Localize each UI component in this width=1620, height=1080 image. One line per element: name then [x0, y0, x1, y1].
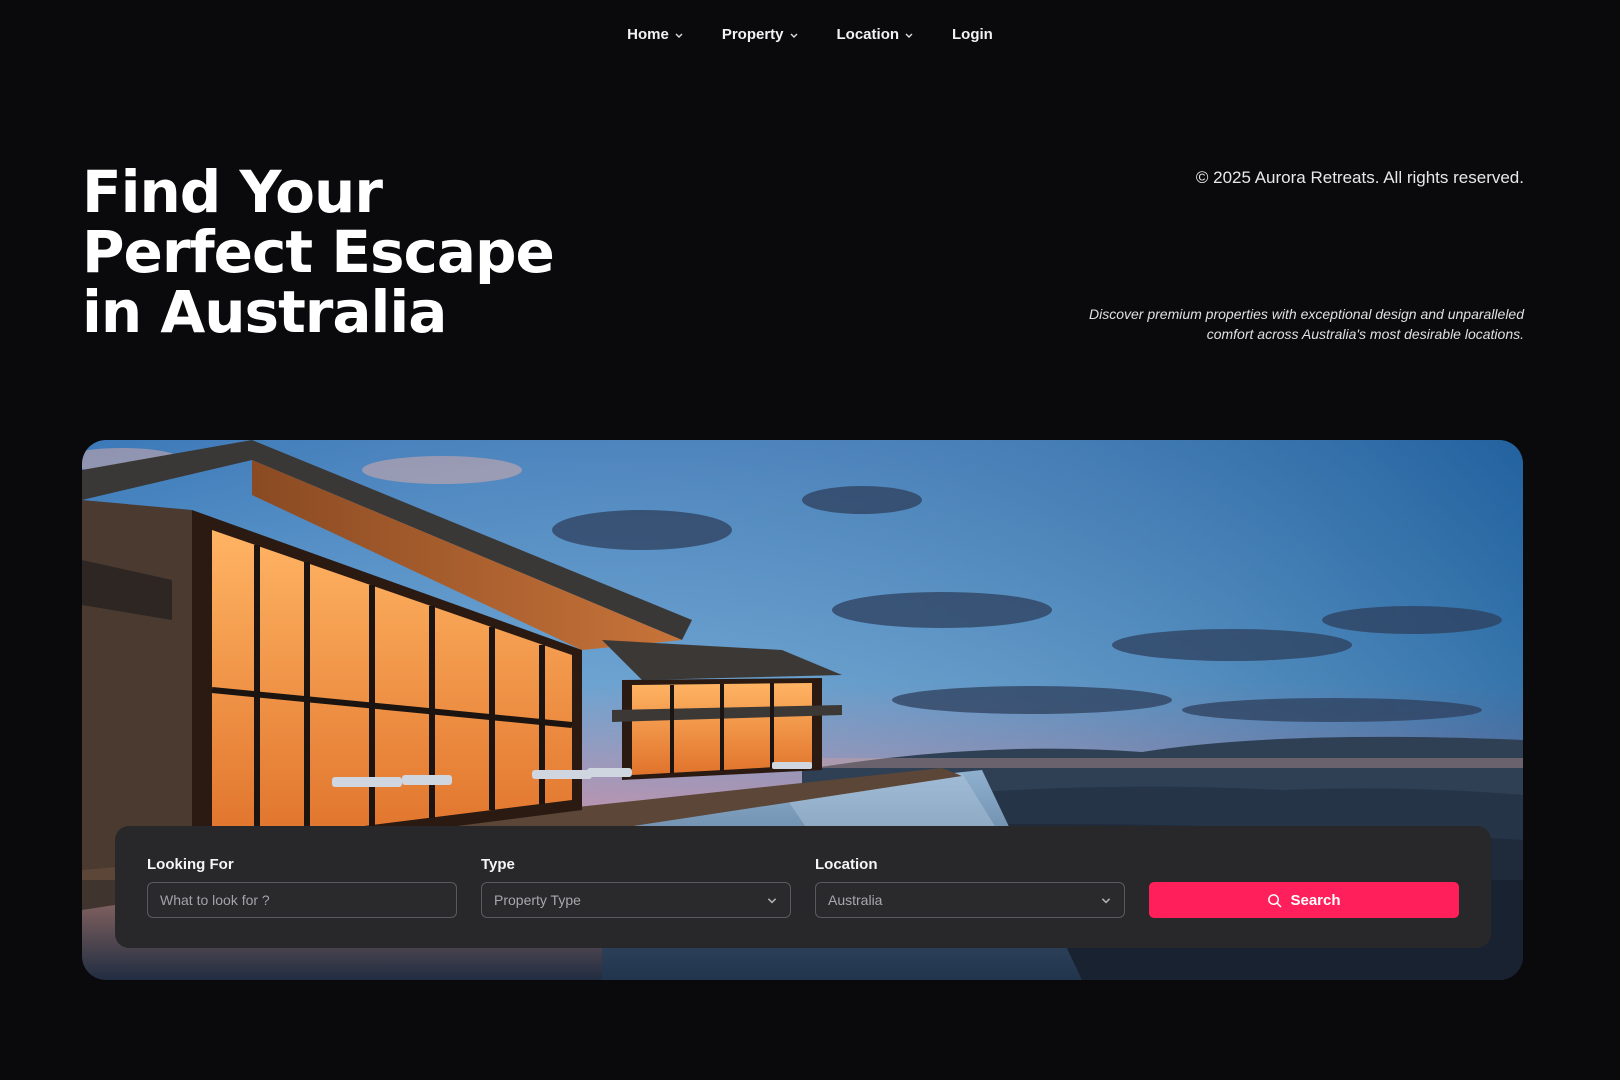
top-nav: Home Property Location Login	[0, 22, 1620, 47]
nav-item-property[interactable]: Property	[722, 22, 799, 47]
looking-for-label: Looking For	[147, 856, 234, 873]
looking-for-input-wrapper	[147, 882, 457, 918]
nav-item-label: Location	[836, 26, 900, 43]
title-line: Perfect Escape	[82, 218, 555, 286]
location-field: Location Australia	[815, 856, 1125, 918]
chevron-down-icon	[675, 33, 683, 38]
search-button[interactable]: Search	[1149, 882, 1459, 918]
chevron-down-icon	[905, 33, 913, 38]
nav-item-home[interactable]: Home	[627, 22, 684, 47]
chevron-down-icon	[1101, 898, 1111, 904]
location-select[interactable]: Australia	[815, 882, 1125, 918]
nav-item-label: Property	[721, 26, 784, 43]
type-select[interactable]: Property Type	[481, 882, 791, 918]
search-button-label: Search	[1290, 891, 1341, 909]
search-icon	[1268, 893, 1282, 907]
copyright-text: © 2025 Aurora Retreats. All rights reser…	[1195, 168, 1524, 187]
chevron-down-icon	[790, 33, 798, 38]
nav-item-location[interactable]: Location	[837, 22, 915, 47]
looking-for-input[interactable]	[160, 892, 444, 908]
chevron-down-icon	[767, 898, 777, 904]
location-select-value: Australia	[828, 892, 883, 908]
title-line: Find Your	[82, 158, 383, 226]
nav-item-label: Home	[627, 26, 669, 43]
tagline-line: comfort across Australia's most desirabl…	[1206, 326, 1524, 342]
location-label: Location	[815, 856, 878, 873]
search-panel: Looking For Type Property Type Location …	[115, 826, 1491, 948]
page-title: Find Your Perfect Escape in Australia	[82, 162, 602, 342]
type-label: Type	[481, 856, 515, 873]
tagline: Discover premium properties with excepti…	[1004, 304, 1524, 344]
nav-item-login[interactable]: Login	[952, 22, 993, 47]
type-field: Type Property Type	[481, 856, 791, 918]
title-line: in Australia	[82, 278, 447, 346]
looking-for-field: Looking For	[147, 856, 457, 918]
tagline-line: Discover premium properties with excepti…	[1088, 306, 1524, 322]
nav-item-label: Login	[952, 26, 993, 43]
type-select-value: Property Type	[494, 892, 581, 908]
